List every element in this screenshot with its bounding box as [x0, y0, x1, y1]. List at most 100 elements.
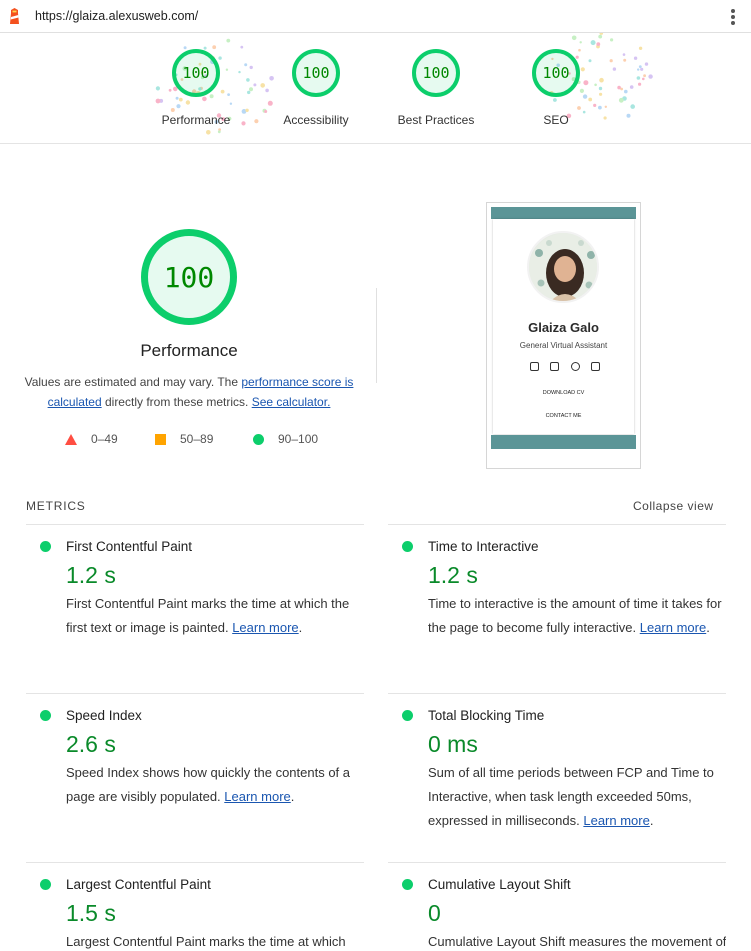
metric-value: 2.6 s [66, 731, 116, 757]
pass-circle-icon [402, 710, 413, 721]
performance-gauge: 100 [141, 229, 237, 325]
gauge-score: 100 [422, 64, 450, 82]
section-divider [376, 288, 377, 383]
avatar-image [529, 233, 597, 301]
metric-title: Speed Index [66, 708, 142, 723]
gauge-best-practices[interactable]: 100 Best Practices [371, 47, 501, 127]
desc-text: directly from these metrics. [101, 395, 252, 409]
confetti-dot [624, 89, 628, 94]
metric-value: 1.2 s [66, 562, 116, 588]
metric-title: Largest Contentful Paint [66, 877, 211, 892]
legend-pass-label: 90–100 [278, 432, 319, 446]
metric-description: Sum of all time periods between FCP and … [428, 765, 714, 828]
legend-fail: 0–49 [65, 431, 118, 447]
facebook-icon[interactable] [550, 362, 560, 371]
collapse-view-button[interactable]: Collapse view [633, 499, 714, 513]
profile-name: Glaiza Galo [528, 320, 599, 335]
profile-card: Glaiza Galo General Virtual Assistant DO… [493, 219, 634, 434]
metric-title: First Contentful Paint [66, 539, 193, 554]
see-calculator-link[interactable]: See calculator. [252, 395, 331, 409]
legend-pass: 90–100 [253, 431, 318, 447]
pass-circle-icon [40, 879, 51, 890]
page-footer-band [491, 435, 636, 449]
pass-circle-icon [402, 879, 413, 890]
profile-role: General Virtual Assistant [519, 341, 608, 350]
legend-fail-label: 0–49 [91, 432, 118, 446]
triangle-icon [65, 433, 77, 445]
legend-average: 50–89 [155, 431, 213, 447]
learn-more-link[interactable]: Learn more [640, 620, 706, 635]
contact-me-button[interactable]: CONTACT ME [493, 413, 634, 419]
gauge-accessibility[interactable]: 100 Accessibility [251, 47, 381, 127]
confetti-dot [638, 65, 642, 68]
gauge-label: Accessibility [283, 113, 349, 127]
kebab-menu-icon[interactable] [728, 9, 738, 25]
confetti-dot [644, 62, 649, 66]
confetti-dot [643, 74, 646, 78]
performance-score: 100 [163, 260, 215, 294]
download-cv-button[interactable]: DOWNLOAD CV [493, 390, 634, 396]
pass-circle-icon [402, 541, 413, 552]
confetti-dot [642, 77, 645, 81]
mail-icon[interactable] [590, 362, 600, 371]
performance-description: Values are estimated and may vary. The p… [24, 372, 354, 412]
linkedin-icon[interactable] [530, 362, 539, 371]
gauge-score: 100 [542, 64, 570, 82]
gauge-label: SEO [543, 113, 569, 127]
metric-title: Cumulative Layout Shift [428, 877, 571, 892]
gauge-seo[interactable]: 100 SEO [491, 47, 621, 127]
top-bar: https://glaiza.alexusweb.com/ [0, 0, 751, 33]
confetti-dot [206, 130, 211, 135]
confetti-dot [636, 76, 641, 80]
skype-icon[interactable] [570, 362, 580, 371]
final-screenshot[interactable]: Glaiza Galo General Virtual Assistant DO… [486, 202, 641, 469]
metric-time-to-interactive: Time to Interactive 1.2 s Time to intera… [388, 524, 726, 693]
metric-speed-index: Speed Index 2.6 s Speed Index shows how … [26, 693, 364, 862]
metric-description-text: Sum of all time periods between FCP and … [428, 765, 714, 828]
confetti-dot [217, 130, 221, 134]
confetti-dot [638, 46, 643, 50]
metric-title: Total Blocking Time [428, 708, 545, 723]
confetti-dot [599, 33, 604, 35]
confetti-dot [637, 68, 640, 71]
metric-largest-contentful-paint: Largest Contentful Paint 1.5 s Largest C… [26, 862, 364, 951]
confetti-dot [579, 41, 582, 44]
lighthouse-icon [10, 8, 19, 24]
metric-total-blocking-time: Total Blocking Time 0 ms Sum of all time… [388, 693, 726, 862]
metric-description: Time to interactive is the amount of tim… [428, 596, 722, 635]
metric-description: Speed Index shows how quickly the conten… [66, 765, 351, 804]
page-url: https://glaiza.alexusweb.com/ [35, 9, 199, 23]
metric-value: 1.5 s [66, 900, 116, 926]
square-icon [155, 433, 166, 445]
metric-value: 1.2 s [428, 562, 478, 588]
gauge-ring: 100 [292, 49, 340, 97]
learn-more-link[interactable]: Learn more [224, 789, 290, 804]
metric-value: 0 ms [428, 731, 478, 757]
metric-description: First Contentful Paint marks the time at… [66, 596, 350, 635]
confetti-dot [610, 38, 614, 42]
confetti-dot [590, 40, 596, 46]
gauge-score: 100 [182, 64, 210, 82]
gauge-label: Best Practices [397, 113, 475, 127]
gauge-ring: 100 [172, 49, 220, 97]
gauge-ring: 100 [412, 49, 460, 97]
learn-more-link[interactable]: Learn more [583, 813, 649, 828]
confetti-dot [596, 42, 601, 46]
metric-description: Cumulative Layout Shift measures the mov… [428, 930, 726, 951]
page-header-band [491, 207, 636, 219]
confetti-dot [626, 113, 631, 118]
score-summary: 100 Performance 100 Accessibility 100 Be… [0, 33, 751, 144]
metric-description-text: Speed Index shows how quickly the conten… [66, 765, 351, 804]
confetti-dot [648, 74, 653, 79]
confetti-dot [630, 104, 635, 109]
confetti-dot [640, 67, 644, 71]
pass-circle-icon [40, 541, 51, 552]
learn-more-link[interactable]: Learn more [232, 620, 298, 635]
metric-description-text: First Contentful Paint marks the time at… [66, 596, 350, 635]
performance-title: Performance [140, 341, 238, 360]
gauge-performance[interactable]: 100 Performance [131, 47, 261, 127]
gauge-label: Performance [161, 113, 231, 127]
avatar [527, 231, 599, 303]
metric-title: Time to Interactive [428, 539, 539, 554]
confetti-dot [638, 82, 642, 86]
